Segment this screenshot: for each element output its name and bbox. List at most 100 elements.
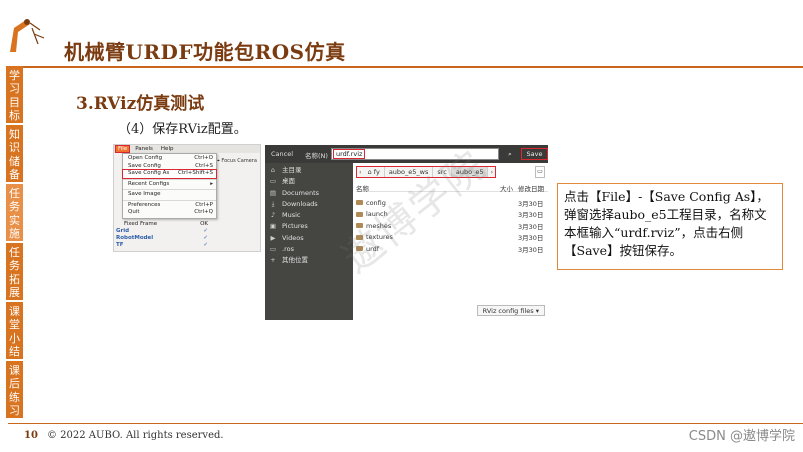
step-text: （4）保存RViz配置。: [118, 122, 247, 137]
crumb-home[interactable]: ⌂ fy: [364, 167, 385, 177]
dialog-header: Cancel 名称(N) urdf.rviz ⌕ Save: [265, 145, 548, 163]
side-tab-knowledge[interactable]: 知识储备: [6, 125, 23, 182]
tree-label: RobotModel: [116, 235, 154, 241]
place-label: 主目录: [282, 166, 302, 174]
side-tab-learning-goals[interactable]: 学习目标: [6, 66, 23, 123]
tree-label: Fixed Frame: [124, 221, 158, 227]
tree-row-robotmodel[interactable]: RobotModel ✓: [116, 235, 208, 242]
rviz-menubar: File Panels Help: [114, 145, 260, 153]
place-home[interactable]: ⌂ 主目录: [265, 165, 353, 176]
tree-value: OK: [200, 221, 208, 227]
displays-tree: Fixed Frame OK Grid ✓ RobotModel ✓ TF ✓: [116, 221, 208, 249]
chevron-left-icon[interactable]: ‹: [357, 168, 364, 176]
page-number: 10: [24, 430, 38, 441]
tree-label: TF: [116, 242, 124, 248]
section-heading: 3.RViz仿真测试: [76, 94, 205, 114]
documents-icon: ▤: [269, 188, 277, 197]
file-type-filter[interactable]: RViz config files ▾: [476, 305, 545, 316]
side-tab-exercises[interactable]: 课后练习: [6, 361, 23, 418]
side-tab-label: 课后练习: [9, 363, 20, 418]
menu-item-label: Save Image: [128, 191, 161, 197]
plus-icon: +: [270, 256, 276, 265]
file-menu: Open Config Ctrl+O Save Config Ctrl+S Save…: [122, 153, 217, 219]
header-divider: [8, 66, 803, 68]
menu-item-open-config[interactable]: Open Config Ctrl+O: [123, 155, 216, 163]
checkbox-icon[interactable]: ✓: [203, 228, 208, 235]
submenu-arrow-icon: ▸: [210, 180, 213, 187]
side-tab-label: 学习目标: [9, 68, 20, 123]
place-desktop[interactable]: ▭ 桌面: [265, 176, 353, 187]
new-folder-icon: ▭: [537, 168, 543, 175]
menu-separator: [123, 199, 216, 201]
place-documents[interactable]: ▤ Documents: [265, 188, 353, 199]
menu-item-save-config-as[interactable]: Save Config As Ctrl+Shift+S: [122, 169, 217, 179]
tree-row-fixed-frame[interactable]: Fixed Frame OK: [116, 221, 208, 228]
menu-item-label: Recent Configs: [128, 180, 170, 187]
menu-panels[interactable]: Panels: [133, 146, 155, 152]
side-tab-label: 课堂小结: [9, 304, 20, 359]
checkbox-icon[interactable]: ✓: [203, 242, 208, 249]
name-label: 名称(N): [305, 152, 328, 160]
menu-item-label: Preferences: [128, 201, 161, 208]
menu-item-shortcut: Ctrl+P: [195, 201, 213, 208]
place-label: .ros: [282, 245, 294, 254]
menu-item-label: Save Config As: [128, 170, 170, 176]
search-icon: ⌕: [508, 150, 512, 158]
file-date: 3月30日: [518, 222, 544, 231]
cancel-button[interactable]: Cancel: [271, 150, 293, 158]
checkbox-icon[interactable]: ✓: [203, 235, 208, 242]
tree-label: Grid: [116, 228, 130, 234]
downloads-icon: ⤓: [271, 199, 275, 208]
menu-item-save-config[interactable]: Save Config Ctrl+S: [123, 163, 216, 171]
menu-item-shortcut: Ctrl+S: [195, 162, 213, 169]
side-tab-label: 任务实施: [9, 186, 20, 241]
menu-file[interactable]: File: [114, 145, 131, 153]
aubo-robot-arm-logo: [10, 19, 45, 52]
save-button[interactable]: Save: [521, 148, 548, 160]
file-date: 3月30日: [518, 234, 544, 243]
file-date: 3月30日: [518, 245, 544, 254]
menu-item-preferences[interactable]: Preferences Ctrl+P: [123, 202, 216, 210]
videos-icon: ▶: [270, 233, 276, 242]
place-label: 桌面: [282, 177, 295, 186]
column-size[interactable]: 大小: [500, 183, 518, 193]
menu-item-shortcut: Ctrl+Shift+S: [178, 170, 213, 176]
side-tab-label: 知识储备: [9, 127, 20, 182]
menu-item-shortcut: Ctrl+Q: [194, 209, 213, 215]
side-tab-task-extension[interactable]: 任务拓展: [6, 243, 23, 300]
new-folder-button[interactable]: ▭: [535, 166, 545, 178]
folder-icon: ▭: [269, 245, 277, 254]
place-label: 其他位置: [282, 256, 308, 265]
column-modified[interactable]: 修改日期: [518, 183, 548, 193]
copyright: © 2022 AUBO. All rights reserved.: [47, 430, 224, 441]
menu-item-label: Quit: [128, 209, 140, 215]
instruction-note: 点击【File】-【Save Config As】，弹窗选择aubo_e5工程目…: [557, 183, 783, 270]
search-button[interactable]: ⌕: [501, 148, 519, 160]
menu-item-save-image[interactable]: Save Image: [123, 191, 216, 199]
place-downloads[interactable]: ⤓ Downloads: [265, 199, 353, 210]
place-music[interactable]: ♪ Music: [265, 210, 353, 221]
place-label: Pictures: [282, 222, 308, 231]
desktop-icon: ▭: [269, 177, 277, 186]
focus-camera-label: Focus Camera: [221, 158, 257, 164]
place-label: Music: [282, 211, 301, 220]
place-other-locations[interactable]: + 其他位置: [265, 255, 353, 266]
place-label: Videos: [282, 233, 304, 242]
menu-separator: [123, 178, 216, 180]
tree-row-grid[interactable]: Grid ✓: [116, 228, 208, 235]
tree-row-tf[interactable]: TF ✓: [116, 242, 208, 249]
menu-item-recent-configs[interactable]: Recent Configs ▸: [123, 181, 216, 189]
menu-separator: [123, 189, 216, 190]
side-tab-summary[interactable]: 课堂小结: [6, 302, 23, 359]
home-icon: ⌂: [270, 166, 276, 174]
menu-item-quit[interactable]: Quit Ctrl+Q: [123, 209, 216, 217]
side-tab-task-implementation[interactable]: 任务实施: [6, 184, 23, 241]
folder-icon: [356, 200, 363, 206]
menu-help[interactable]: Help: [159, 146, 176, 152]
menu-item-label: Save Config: [128, 162, 161, 169]
side-tab-label: 任务拓展: [9, 245, 20, 300]
csdn-watermark: CSDN @遨博学院: [688, 429, 795, 444]
footer-divider: [8, 423, 803, 424]
pictures-icon: ▣: [269, 222, 277, 231]
focus-camera-tool[interactable]: ⌖ Focus Camera: [217, 158, 257, 164]
